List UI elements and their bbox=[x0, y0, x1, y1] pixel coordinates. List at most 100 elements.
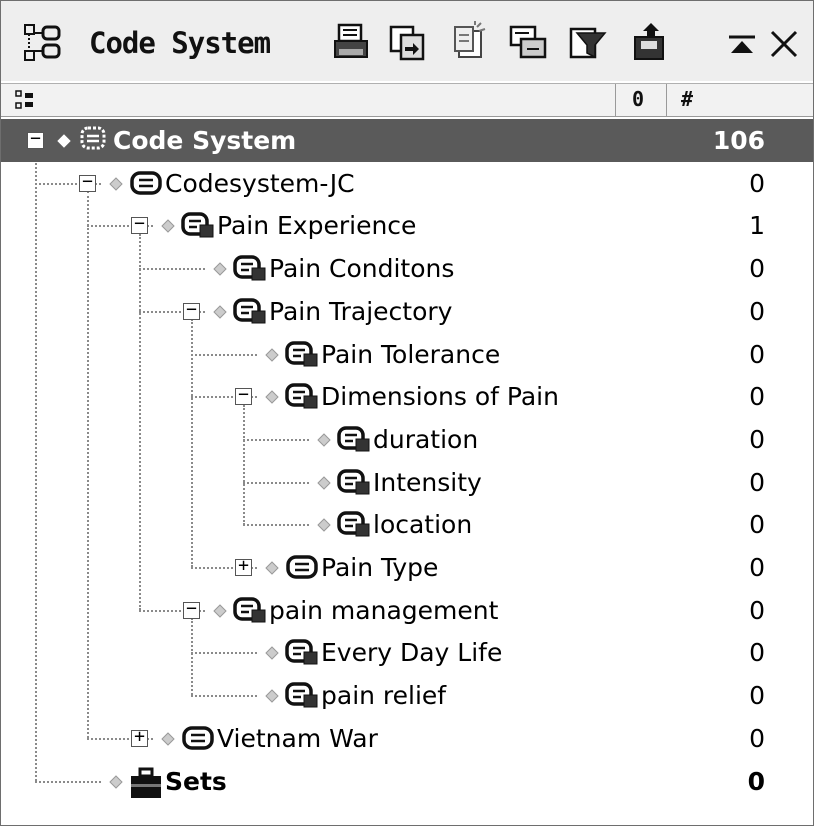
paste-button[interactable] bbox=[447, 21, 491, 65]
tree-row-count: 0 bbox=[747, 766, 765, 796]
export-button[interactable] bbox=[629, 21, 673, 65]
tree-connector-line bbox=[243, 524, 309, 527]
collapse-toggle[interactable]: − bbox=[27, 128, 44, 149]
tree-row-count: 0 bbox=[749, 296, 765, 326]
diamond-icon bbox=[109, 774, 123, 789]
diamond-icon bbox=[265, 389, 279, 404]
filter-button[interactable] bbox=[567, 21, 611, 65]
tree-row[interactable]: + Vietnam War 0 bbox=[1, 717, 813, 760]
paste-icon bbox=[454, 21, 486, 58]
tree-row-count: 0 bbox=[749, 681, 765, 711]
merge-icon bbox=[509, 25, 547, 59]
minus-icon: − bbox=[134, 213, 145, 235]
expand-toggle[interactable]: + bbox=[131, 726, 148, 747]
tree-row[interactable]: − Dimensions of Pain 0 bbox=[1, 375, 813, 418]
filter-icon bbox=[569, 27, 607, 59]
tree-row[interactable]: Sets 0 bbox=[1, 760, 813, 803]
diamond-icon bbox=[265, 347, 279, 362]
tree-row-label: location bbox=[373, 510, 473, 540]
minus-icon: − bbox=[186, 597, 197, 619]
collapse-toggle[interactable]: − bbox=[235, 384, 252, 406]
minus-icon: − bbox=[30, 128, 41, 149]
code-icon bbox=[233, 595, 267, 625]
column-tree[interactable] bbox=[1, 84, 616, 116]
tree-row[interactable]: location 0 bbox=[1, 503, 813, 546]
tree-row-count: 0 bbox=[749, 382, 765, 412]
tree-connector-line bbox=[243, 481, 309, 484]
code-system-window: Code System 0 # − Code System 106 − Code… bbox=[0, 0, 814, 826]
code-icon bbox=[233, 253, 267, 283]
minimize-button[interactable] bbox=[725, 27, 759, 61]
tree-row[interactable]: − Pain Experience 1 bbox=[1, 204, 813, 247]
tree-row-label: Dimensions of Pain bbox=[321, 382, 559, 412]
tree-connector-line bbox=[139, 268, 205, 271]
tree-row-label: Pain Type bbox=[321, 553, 439, 582]
code-icon bbox=[337, 509, 371, 539]
tree-row[interactable]: − Codesystem-JC 0 bbox=[1, 162, 813, 205]
tree-connector-line bbox=[191, 695, 257, 698]
code-icon bbox=[337, 467, 371, 497]
diamond-icon bbox=[317, 517, 331, 533]
window-title: Code System bbox=[89, 26, 271, 60]
diamond-icon bbox=[317, 432, 331, 447]
code-tree: − Code System 106 − Codesystem-JC 0 − Pain E… bbox=[1, 117, 813, 817]
tree-row[interactable]: Pain Tolerance 0 bbox=[1, 333, 813, 376]
tree-row-label: Vietnam War bbox=[217, 723, 378, 753]
tree-row[interactable]: − Pain Trajectory 0 bbox=[1, 290, 813, 333]
tree-row[interactable]: Intensity 0 bbox=[1, 461, 813, 504]
diamond-icon bbox=[213, 261, 227, 276]
expand-toggle[interactable]: + bbox=[235, 555, 252, 576]
tree-row-count: 0 bbox=[749, 168, 765, 198]
collapse-toggle[interactable]: − bbox=[79, 171, 96, 192]
merge-button[interactable] bbox=[507, 21, 551, 65]
tree-row-label: Pain Trajectory bbox=[269, 296, 453, 326]
tree-row-count: 0 bbox=[749, 339, 765, 369]
plus-icon: + bbox=[134, 725, 145, 747]
tree-row[interactable]: Pain Conditons 0 bbox=[1, 247, 813, 290]
diamond-icon bbox=[213, 304, 227, 319]
collapse-toggle[interactable]: − bbox=[183, 299, 200, 320]
tree-row-label: pain management bbox=[269, 595, 499, 625]
tree-row[interactable]: duration 0 bbox=[1, 418, 813, 461]
tree-connector-line bbox=[191, 353, 257, 356]
collapse-toggle[interactable]: − bbox=[183, 598, 200, 619]
minus-icon: − bbox=[186, 298, 197, 320]
tree-row-label: Every Day Life bbox=[321, 638, 503, 668]
close-button[interactable] bbox=[767, 27, 801, 61]
tree-connector-line bbox=[191, 652, 257, 655]
tree-row-count: 0 bbox=[749, 638, 765, 668]
tree-row-count: 1 bbox=[749, 211, 765, 241]
diamond-icon bbox=[265, 560, 279, 575]
tree-connector-line bbox=[243, 438, 309, 441]
tree-row-count: 106 bbox=[712, 126, 765, 155]
copy-button[interactable] bbox=[387, 21, 431, 65]
tree-row[interactable]: pain relief 0 bbox=[1, 674, 813, 717]
code-icon bbox=[285, 339, 319, 369]
diamond-icon bbox=[265, 645, 279, 661]
tree-row-label: duration bbox=[373, 424, 479, 454]
tree-row[interactable]: Every Day Life 0 bbox=[1, 631, 813, 674]
tree-row-label: Codesystem-JC bbox=[165, 168, 355, 198]
code-system-icon bbox=[77, 125, 111, 155]
sets-icon bbox=[129, 766, 163, 798]
code-icon bbox=[285, 637, 319, 667]
collapse-toggle[interactable]: − bbox=[131, 213, 148, 235]
column-count[interactable]: # bbox=[667, 84, 813, 116]
print-button[interactable] bbox=[331, 21, 375, 65]
tree-row[interactable]: + Pain Type 0 bbox=[1, 546, 813, 589]
code-icon bbox=[181, 210, 215, 240]
tree-connector-line bbox=[35, 780, 101, 783]
title-bar: Code System bbox=[1, 1, 813, 81]
code-tree-icon bbox=[24, 24, 61, 61]
tree-row[interactable]: − pain management 0 bbox=[1, 589, 813, 632]
tree-row[interactable]: − Code System 106 bbox=[1, 119, 813, 162]
tree-row-count: 0 bbox=[749, 467, 765, 497]
tree-row-label: Intensity bbox=[373, 467, 482, 497]
tree-row-count: 0 bbox=[749, 510, 765, 540]
code-icon bbox=[285, 381, 319, 411]
tree-row-label: Sets bbox=[165, 766, 227, 796]
column-zero[interactable]: 0 bbox=[616, 84, 667, 116]
column-count-label: # bbox=[681, 87, 694, 111]
code-group-icon bbox=[181, 723, 215, 753]
code-group-icon bbox=[129, 168, 163, 198]
